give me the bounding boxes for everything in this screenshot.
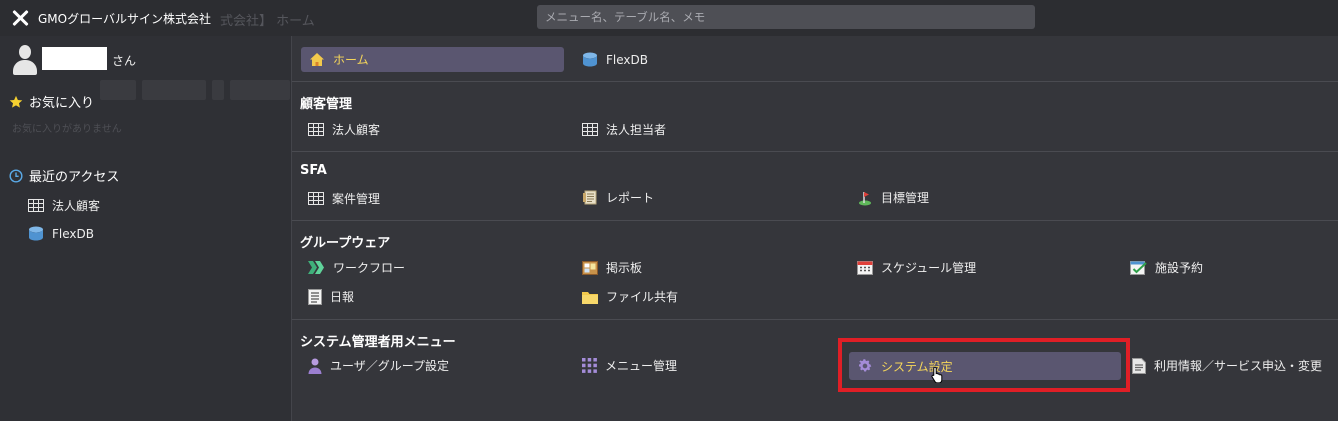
hand-cursor-icon	[931, 366, 945, 383]
database-icon	[582, 52, 598, 67]
daily-report-icon	[308, 288, 322, 305]
menu-item-deals[interactable]: 案件管理	[308, 190, 380, 207]
background-page-title: 式会社】 ホーム	[220, 14, 315, 29]
user-name-redacted	[42, 47, 107, 70]
divider	[292, 220, 1338, 221]
menu-item-goals[interactable]: 目標管理	[857, 189, 929, 206]
menu-item-schedule[interactable]: スケジュール管理	[857, 259, 976, 276]
menu-item-menu-management[interactable]: メニュー管理	[582, 357, 677, 374]
flag-icon	[857, 190, 873, 206]
menu-item-usage-info[interactable]: 利用情報／サービス申込・変更	[1132, 357, 1322, 374]
facility-checkbox-icon	[1130, 260, 1147, 275]
menu-item-label: 目標管理	[881, 191, 930, 205]
table-icon	[308, 192, 324, 205]
table-icon	[308, 123, 324, 136]
workflow-icon	[308, 261, 325, 274]
star-icon	[9, 95, 23, 109]
divider	[292, 81, 1338, 82]
recent-item-label: 法人顧客	[52, 199, 101, 213]
home-label: ホーム	[333, 53, 369, 67]
menu-item-bulletin-board[interactable]: 掲示板	[582, 259, 642, 276]
menu-item-report[interactable]: レポート	[582, 189, 654, 206]
menu-item-label: ファイル共有	[606, 290, 679, 304]
user-name-suffix: さん	[112, 54, 137, 68]
menu-item-label: 施設予約	[1155, 261, 1204, 275]
calendar-icon	[857, 260, 873, 275]
favorites-label: お気に入り	[29, 96, 95, 111]
grid-dots-icon	[582, 358, 597, 373]
menu-item-label: ワークフロー	[333, 261, 406, 275]
company-name: GMOグローバルサイン株式会社	[38, 12, 211, 26]
flexdb-link[interactable]: FlexDB	[582, 47, 648, 72]
flexdb-label: FlexDB	[606, 52, 648, 67]
divider	[292, 151, 1338, 152]
menu-item-user-group-settings[interactable]: ユーザ／グループ設定	[308, 357, 449, 374]
section-title-sfa: SFA	[300, 163, 327, 178]
menu-item-label: レポート	[606, 191, 655, 205]
menu-item-corporate-customers[interactable]: 法人顧客	[308, 121, 380, 138]
menu-item-system-settings[interactable]: システム設定	[849, 352, 1121, 380]
database-icon	[28, 226, 44, 241]
section-title-groupware: グループウェア	[300, 236, 391, 251]
gear-icon	[857, 358, 873, 374]
section-title-admin: システム管理者用メニュー	[300, 335, 456, 350]
report-icon	[582, 190, 598, 205]
menu-item-label: 法人顧客	[332, 123, 381, 137]
menu-item-facility-booking[interactable]: 施設予約	[1130, 259, 1203, 276]
menu-item-label: 日報	[330, 290, 355, 304]
menu-item-daily-report[interactable]: 日報	[308, 288, 354, 305]
top-bar: GMOグローバルサイン株式会社 式会社】 ホーム	[0, 0, 1338, 36]
home-button[interactable]: ホーム	[301, 47, 564, 72]
search-input[interactable]	[537, 5, 1035, 29]
menu-item-label: 案件管理	[332, 192, 381, 206]
sidebar: さん お気に入り お気に入りがありません 最近のアクセス 法人顧客 FlexDB	[0, 36, 292, 421]
section-title-customer: 顧客管理	[300, 97, 353, 112]
document-icon	[1132, 357, 1146, 374]
menu-item-label: 利用情報／サービス申込・変更	[1154, 359, 1323, 373]
menu-item-file-sharing[interactable]: ファイル共有	[582, 288, 678, 305]
favorites-header[interactable]: お気に入り	[9, 92, 94, 111]
clock-icon	[9, 168, 23, 183]
menu-item-label: 法人担当者	[606, 123, 667, 137]
home-icon	[309, 52, 325, 67]
recent-item-label: FlexDB	[52, 226, 94, 241]
user-icon	[308, 358, 322, 374]
divider	[292, 319, 1338, 320]
menu-item-corporate-contacts[interactable]: 法人担当者	[582, 121, 666, 138]
menu-item-label: スケジュール管理	[881, 261, 977, 275]
menu-item-label: ユーザ／グループ設定	[330, 359, 450, 373]
menu-item-label: メニュー管理	[605, 359, 678, 373]
recent-item-corporate-customers[interactable]: 法人顧客	[28, 197, 100, 214]
favorites-empty-text: お気に入りがありません	[12, 124, 122, 135]
close-icon[interactable]	[10, 8, 30, 28]
folder-icon	[582, 290, 598, 304]
table-icon	[582, 123, 598, 136]
menu-item-label: 掲示板	[606, 261, 643, 275]
background-buttons	[100, 80, 290, 100]
bulletin-board-icon	[582, 260, 598, 275]
table-icon	[28, 199, 44, 212]
recent-access-header: 最近のアクセス	[9, 166, 119, 185]
user-avatar-icon	[12, 45, 38, 75]
recent-item-flexdb[interactable]: FlexDB	[28, 226, 94, 241]
main-menu-panel: ホーム FlexDB 顧客管理 法人顧客 法人担当者 SFA 案件管理 レポート…	[292, 36, 1338, 421]
menu-item-workflow[interactable]: ワークフロー	[308, 259, 405, 276]
recent-access-label: 最近のアクセス	[29, 170, 120, 185]
